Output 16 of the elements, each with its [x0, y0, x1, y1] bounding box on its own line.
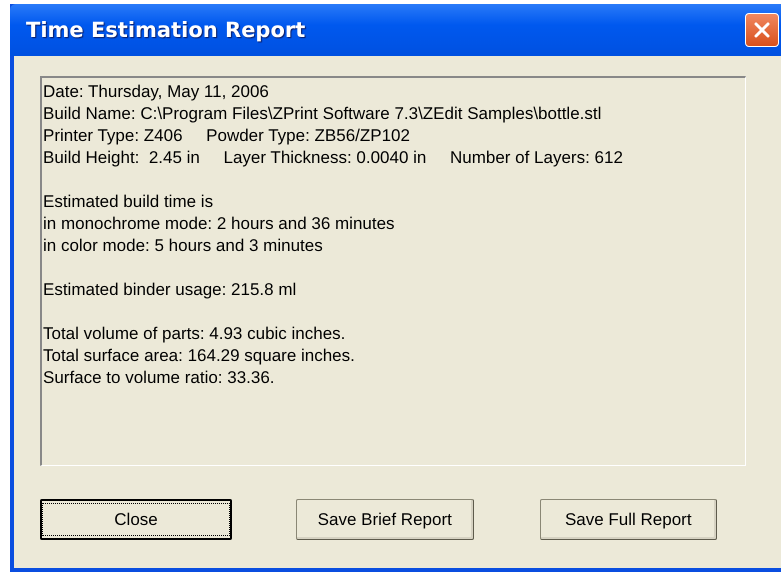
report-line: Printer Type: Z406 Powder Type: ZB56/ZP102	[43, 125, 411, 147]
close-icon[interactable]	[745, 13, 779, 47]
window-title: Time Estimation Report	[26, 18, 306, 42]
report-line: Total surface area: 164.29 square inches.	[43, 345, 356, 367]
dialog-button[interactable]: Close	[40, 499, 232, 540]
report-line: Estimated binder usage: 215.8 ml	[43, 279, 298, 301]
report-line: Build Name: C:\Program Files\ZPrint Software 7.3\ZEdit Samples\bottle.stl	[43, 103, 602, 125]
dialog-button[interactable]: Save Brief Report	[296, 499, 474, 540]
dialog-button[interactable]: Save Full Report	[540, 499, 717, 540]
report-line: Build Height: 2.45 in Layer Thickness: 0.0040 in Number of Layers: 612	[43, 147, 624, 169]
report-line: Estimated build time is	[43, 191, 214, 213]
report-line: Total volume of parts: 4.93 cubic inches.	[43, 323, 346, 345]
report-line: in color mode: 5 hours and 3 minutes	[43, 235, 324, 257]
report-line: in monochrome mode: 2 hours and 36 minutes	[43, 213, 396, 235]
report-line: Surface to volume ratio: 33.36.	[43, 367, 276, 389]
report-line: Date: Thursday, May 11, 2006	[43, 81, 270, 103]
